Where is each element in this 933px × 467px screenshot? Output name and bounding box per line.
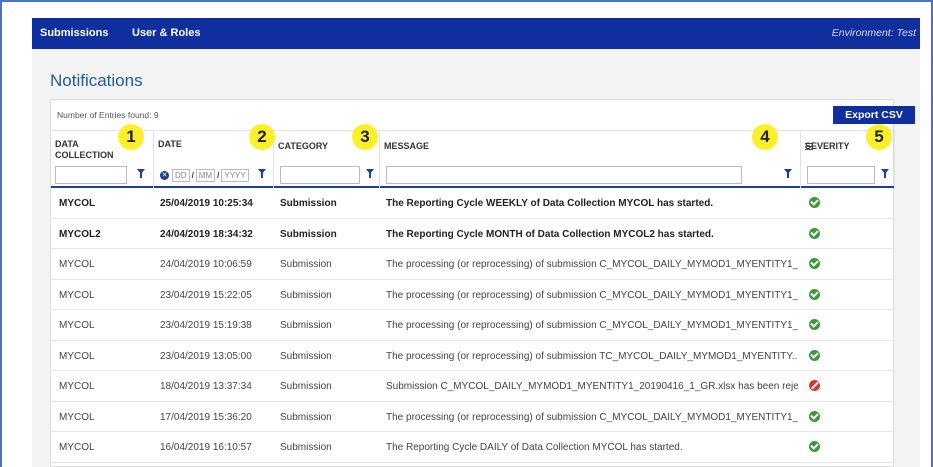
cell-date: 23/04/2019 13:05:00 bbox=[160, 350, 252, 362]
success-check-icon bbox=[809, 227, 820, 239]
date-filter[interactable]: ✕ DD / MM / YYYY bbox=[160, 169, 249, 182]
success-check-icon bbox=[809, 319, 820, 330]
callout-badge-1: 1 bbox=[118, 124, 144, 150]
filter-icon[interactable] bbox=[258, 169, 266, 178]
callout-badge-5: 5 bbox=[866, 124, 892, 150]
cell-date: 18/04/2019 13:37:34 bbox=[160, 381, 252, 392]
severity-filter-input[interactable] bbox=[807, 166, 875, 184]
cell-message: The processing (or reprocessing) of subm… bbox=[386, 320, 798, 331]
cell-data-collection: MYCOL bbox=[59, 442, 95, 453]
export-csv-button[interactable]: Export CSV bbox=[833, 106, 915, 124]
table-row[interactable]: MYCOL 17/04/2019 15:36:20 Submission The pr… bbox=[51, 402, 895, 432]
clear-icon[interactable]: ✕ bbox=[160, 171, 169, 180]
column-message[interactable]: MESSAGE bbox=[380, 131, 801, 189]
cell-data-collection: MYCOL bbox=[59, 350, 95, 362]
cell-message: The Reporting Cycle DAILY of Data Collec… bbox=[386, 442, 683, 453]
column-title-data-collection: DATA COLLECTION bbox=[55, 139, 114, 160]
notifications-panel: Number of Entries found: 9 Export CSV DA… bbox=[50, 99, 915, 467]
cell-category: Submission bbox=[280, 442, 332, 453]
cell-message: The processing (or reprocessing) of subm… bbox=[386, 289, 798, 301]
callout-badge-4: 4 bbox=[752, 124, 778, 150]
cell-data-collection: MYCOL bbox=[59, 289, 95, 301]
column-title-message: MESSAGE bbox=[384, 141, 430, 151]
cell-date: 23/04/2019 15:19:38 bbox=[160, 320, 252, 331]
table-row[interactable]: MYCOL 24/04/2019 10:06:59 Submission The pr… bbox=[51, 249, 895, 280]
environment-label: Environment: Test bbox=[831, 27, 916, 39]
cell-date: 16/04/2019 16:10:57 bbox=[160, 442, 252, 453]
table-row[interactable]: MYCOL 23/04/2019 15:22:05 Submission The pr… bbox=[51, 280, 895, 310]
cell-category: Submission bbox=[280, 381, 332, 392]
cell-message: The Reporting Cycle WEEKLY of Data Colle… bbox=[386, 198, 714, 209]
filter-icon[interactable] bbox=[784, 169, 792, 178]
cell-data-collection: MYCOL bbox=[59, 381, 95, 392]
cell-date: 17/04/2019 15:36:20 bbox=[160, 411, 252, 423]
cell-data-collection: MYCOL bbox=[59, 198, 96, 209]
success-check-icon bbox=[809, 441, 820, 452]
table-row[interactable]: MYCOL 25/04/2019 10:25:34 Submission The Re… bbox=[51, 188, 895, 219]
cell-message: The processing (or reprocessing) of subm… bbox=[386, 350, 798, 362]
cell-category: Submission bbox=[280, 259, 332, 270]
cell-data-collection: MYCOL bbox=[59, 411, 95, 423]
cell-date: 24/04/2019 18:34:32 bbox=[160, 228, 253, 240]
success-check-icon bbox=[809, 410, 820, 422]
table-row[interactable]: MYCOL 16/04/2019 16:10:57 Submission The Re… bbox=[51, 432, 895, 463]
table-body: MYCOL 25/04/2019 10:25:34 Submission The Re… bbox=[51, 188, 895, 463]
filter-icon[interactable] bbox=[366, 169, 374, 178]
success-check-icon bbox=[809, 197, 820, 208]
error-icon bbox=[809, 380, 820, 391]
filter-icon[interactable] bbox=[881, 169, 889, 178]
month-input[interactable]: MM bbox=[195, 169, 216, 182]
cell-category: Submission bbox=[280, 198, 337, 209]
top-navigation-bar: Submissions User & Roles Environment: Te… bbox=[32, 18, 920, 49]
cell-category: Submission bbox=[280, 228, 337, 240]
entries-count: Number of Entries found: 9 bbox=[57, 110, 159, 120]
data-collection-filter-input[interactable] bbox=[55, 166, 127, 184]
table-row[interactable]: MYCOL 23/04/2019 13:05:00 Submission The pr… bbox=[51, 341, 895, 371]
cell-category: Submission bbox=[280, 320, 332, 331]
success-check-icon bbox=[809, 288, 820, 300]
nav-item-user-roles[interactable]: User & Roles bbox=[132, 27, 200, 39]
cell-category: Submission bbox=[280, 289, 332, 301]
message-filter-input[interactable] bbox=[386, 166, 742, 184]
cell-date: 24/04/2019 10:06:59 bbox=[160, 259, 252, 270]
table-row[interactable]: MYCOL2 24/04/2019 18:34:32 Submission The R… bbox=[51, 219, 895, 249]
column-title-date: DATE bbox=[158, 139, 182, 149]
main-content: Notifications Number of Entries found: 9… bbox=[32, 49, 920, 467]
category-filter-input[interactable] bbox=[280, 166, 360, 184]
year-input[interactable]: YYYY bbox=[221, 169, 249, 182]
cell-category: Submission bbox=[280, 411, 332, 423]
success-check-icon bbox=[809, 258, 820, 269]
cell-message: The Reporting Cycle MONTH of Data Collec… bbox=[386, 228, 714, 240]
day-input[interactable]: DD bbox=[172, 169, 190, 182]
column-title-category: CATEGORY bbox=[278, 141, 329, 151]
cell-data-collection: MYCOL bbox=[59, 320, 95, 331]
cell-date: 25/04/2019 10:25:34 bbox=[160, 198, 253, 209]
cell-message: The processing (or reprocessing) of subm… bbox=[386, 411, 798, 423]
filter-icon[interactable] bbox=[137, 169, 145, 178]
table-row[interactable]: MYCOL 23/04/2019 15:19:38 Submission The pr… bbox=[51, 310, 895, 341]
cell-message: The processing (or reprocessing) of subm… bbox=[386, 259, 798, 270]
callout-badge-3: 3 bbox=[352, 124, 378, 150]
nav-item-submissions[interactable]: Submissions bbox=[40, 27, 108, 39]
cell-data-collection: MYCOL2 bbox=[59, 228, 101, 240]
cell-date: 23/04/2019 15:22:05 bbox=[160, 289, 252, 301]
cell-message: Submission C_MYCOL_DAILY_MYMOD1_MYENTITY… bbox=[386, 381, 798, 392]
column-title-severity: SEVERITY bbox=[805, 141, 850, 151]
table-row[interactable]: MYCOL 18/04/2019 13:37:34 Submission Submis… bbox=[51, 371, 895, 402]
page-title: Notifications bbox=[50, 71, 143, 90]
cell-category: Submission bbox=[280, 350, 332, 362]
cell-data-collection: MYCOL bbox=[59, 259, 95, 270]
success-check-icon bbox=[809, 349, 820, 361]
callout-badge-2: 2 bbox=[249, 124, 275, 150]
